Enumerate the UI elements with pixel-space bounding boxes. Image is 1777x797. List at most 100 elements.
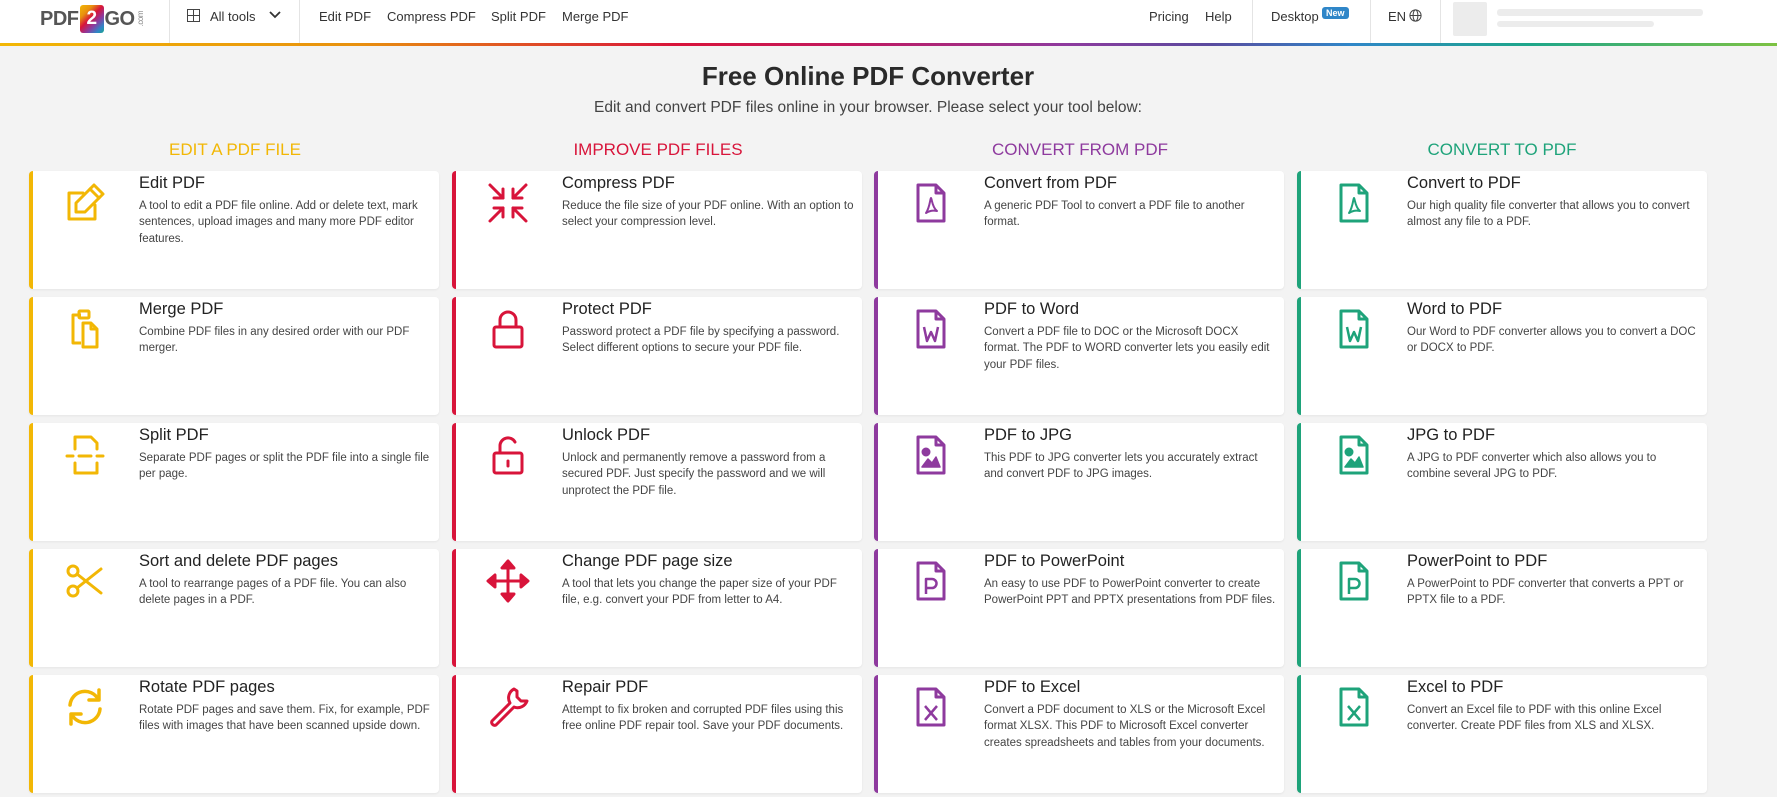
nav-edit-pdf[interactable]: Edit PDF (319, 9, 371, 24)
logo-pdf: PDF (40, 7, 79, 30)
tool-card-convert-from-pdf[interactable]: Convert from PDF A generic PDF Tool to c… (874, 171, 1284, 289)
tool-card-sort-delete[interactable]: Sort and delete PDF pages A tool to rear… (29, 549, 439, 667)
tool-title: Change PDF page size (562, 552, 733, 570)
tool-title: PowerPoint to PDF (1407, 552, 1548, 570)
loading-placeholder (1497, 9, 1703, 16)
page-subtitle: Edit and convert PDF files online in you… (594, 99, 1142, 116)
header-divider (1440, 0, 1441, 43)
grid-icon (187, 9, 200, 22)
nav-help[interactable]: Help (1205, 9, 1232, 24)
file-word-icon (1329, 305, 1377, 353)
tool-card-repair-pdf[interactable]: Repair PDF Attempt to fix broken and cor… (452, 675, 862, 793)
chevron-down-icon[interactable] (269, 10, 281, 20)
tool-description: This PDF to JPG converter lets you accur… (984, 452, 1258, 481)
tool-title: Split PDF (139, 426, 209, 444)
tool-description: Separate PDF pages or split the PDF file… (139, 452, 430, 481)
tool-description: A PowerPoint to PDF converter that conve… (1407, 578, 1684, 607)
tool-description: Our Word to PDF converter allows you to … (1407, 326, 1696, 355)
tool-title: Edit PDF (139, 174, 206, 192)
tool-title: JPG to PDF (1407, 426, 1496, 444)
tool-description: An easy to use PDF to PowerPoint convert… (984, 578, 1276, 607)
tool-title: Unlock PDF (562, 426, 651, 444)
new-badge: New (1322, 7, 1349, 19)
tool-card-merge-pdf[interactable]: Merge PDF Combine PDF files in any desir… (29, 297, 439, 415)
tool-card-pdf-to-powerpoint[interactable]: PDF to PowerPoint An easy to use PDF to … (874, 549, 1284, 667)
merge-icon (61, 305, 109, 353)
nav-desktop[interactable]: Desktop (1271, 9, 1319, 24)
tool-title: Convert to PDF (1407, 174, 1521, 192)
nav-merge-pdf[interactable]: Merge PDF (562, 9, 628, 24)
tool-description: Convert a PDF document to XLS or the Mic… (984, 704, 1266, 749)
tool-description: Convert a PDF file to DOC or the Microso… (984, 326, 1270, 371)
tool-description: A tool that lets you change the paper si… (562, 578, 837, 607)
tool-description: Reduce the file size of your PDF online.… (562, 200, 854, 229)
tool-card-split-pdf[interactable]: Split PDF Separate PDF pages or split th… (29, 423, 439, 541)
pdf2go-logo[interactable]: PDF 2 GO .com (40, 3, 145, 35)
tool-card-powerpoint-to-pdf[interactable]: PowerPoint to PDF A PowerPoint to PDF co… (1297, 549, 1707, 667)
language-selector[interactable]: EN (1388, 9, 1406, 24)
header-divider (1370, 0, 1371, 43)
globe-icon[interactable] (1409, 9, 1422, 22)
tool-title: Compress PDF (562, 174, 675, 192)
move-arrows-icon (484, 557, 532, 605)
rainbow-divider (0, 43, 1777, 46)
tool-card-change-page-size[interactable]: Change PDF page size A tool that lets yo… (452, 549, 862, 667)
tool-card-compress-pdf[interactable]: Compress PDF Reduce the file size of you… (452, 171, 862, 289)
tool-card-excel-to-pdf[interactable]: Excel to PDF Convert an Excel file to PD… (1297, 675, 1707, 793)
tool-card-convert-to-pdf[interactable]: Convert to PDF Our high quality file con… (1297, 171, 1707, 289)
user-avatar[interactable] (1453, 2, 1487, 36)
tool-description: Convert an Excel file to PDF with this o… (1407, 704, 1662, 733)
tool-title: PDF to Excel (984, 678, 1081, 696)
tool-description: Password protect a PDF file by specifyin… (562, 326, 840, 355)
tool-description: Unlock and permanently remove a password… (562, 452, 826, 497)
tool-description: A JPG to PDF converter which also allows… (1407, 452, 1657, 481)
file-pdf-icon (1329, 179, 1377, 227)
nav-compress-pdf[interactable]: Compress PDF (387, 9, 476, 24)
file-image-icon (1329, 431, 1377, 479)
tool-card-rotate-pdf[interactable]: Rotate PDF pages Rotate PDF pages and sa… (29, 675, 439, 793)
file-pdf-icon (906, 179, 954, 227)
tool-card-unlock-pdf[interactable]: Unlock PDF Unlock and permanently remove… (452, 423, 862, 541)
tool-description: A generic PDF Tool to convert a PDF file… (984, 200, 1245, 229)
tool-card-word-to-pdf[interactable]: Word to PDF Our Word to PDF converter al… (1297, 297, 1707, 415)
tool-card-pdf-to-jpg[interactable]: PDF to JPG This PDF to JPG converter let… (874, 423, 1284, 541)
tool-card-protect-pdf[interactable]: Protect PDF Password protect a PDF file … (452, 297, 862, 415)
file-image-icon (906, 431, 954, 479)
column-heading-convert-to: Convert to PDF (1427, 140, 1577, 159)
unlock-icon (484, 431, 532, 479)
tool-title: Excel to PDF (1407, 678, 1504, 696)
tool-card-jpg-to-pdf[interactable]: JPG to PDF A JPG to PDF converter which … (1297, 423, 1707, 541)
file-powerpoint-icon (1329, 557, 1377, 605)
tool-title: PDF to Word (984, 300, 1080, 318)
nav-split-pdf[interactable]: Split PDF (491, 9, 546, 24)
tool-description: Rotate PDF pages and save them. Fix, for… (139, 704, 430, 733)
nav-pricing[interactable]: Pricing (1149, 9, 1189, 24)
rotate-icon (61, 683, 109, 731)
logo-go: GO (104, 7, 136, 30)
all-tools-menu[interactable]: All tools (210, 9, 256, 24)
tool-card-pdf-to-word[interactable]: PDF to Word Convert a PDF file to DOC or… (874, 297, 1284, 415)
tool-card-pdf-to-excel[interactable]: PDF to Excel Convert a PDF document to X… (874, 675, 1284, 793)
tool-description: Attempt to fix broken and corrupted PDF … (562, 704, 844, 733)
header-divider (1252, 0, 1253, 43)
split-icon (61, 431, 109, 479)
tool-description: Our high quality file converter that all… (1407, 200, 1690, 229)
top-header: PDF 2 GO .com All tools Edit PDF Compres… (0, 0, 1777, 44)
tool-title: PDF to PowerPoint (984, 552, 1125, 570)
wrench-icon (484, 683, 532, 731)
column-heading-edit: Edit a PDF file (169, 140, 301, 159)
tool-description: A tool to rearrange pages of a PDF file.… (139, 578, 407, 607)
logo-two: 2 (79, 5, 104, 33)
tool-title: Convert from PDF (984, 174, 1117, 192)
file-excel-icon (906, 683, 954, 731)
tool-title: PDF to JPG (984, 426, 1073, 444)
tool-title: Sort and delete PDF pages (139, 552, 339, 570)
column-heading-convert-from: Convert from PDF (992, 140, 1168, 159)
tool-card-edit-pdf[interactable]: Edit PDF A tool to edit a PDF file onlin… (29, 171, 439, 289)
page-title: Free Online PDF Converter (701, 61, 1035, 91)
tool-title: Rotate PDF pages (139, 678, 275, 696)
header-divider (299, 0, 300, 43)
tool-title: Word to PDF (1407, 300, 1503, 318)
tool-description: A tool to edit a PDF file online. Add or… (139, 200, 418, 245)
column-heading-improve: Improve PDF files (573, 140, 743, 159)
